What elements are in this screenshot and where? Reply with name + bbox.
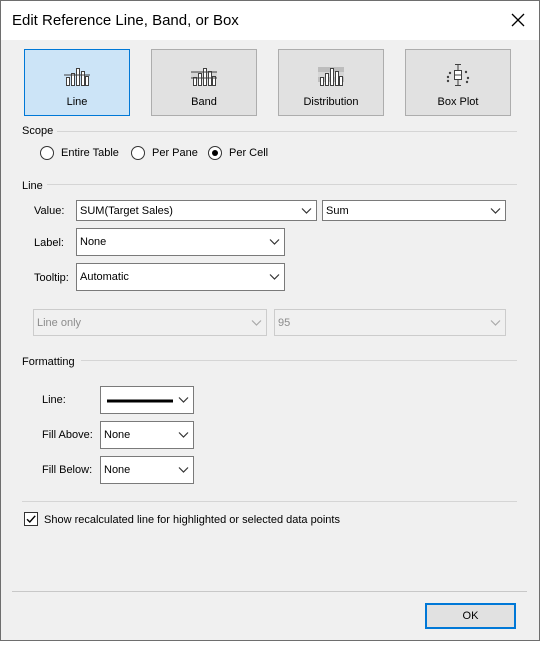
distribution-type-button[interactable]: Distribution [278,49,384,116]
fill-above-select[interactable]: None [100,421,194,449]
chevron-down-icon [490,319,501,326]
chevron-down-icon [301,207,312,214]
chevron-down-icon [251,319,262,326]
formatting-group-label: Formatting [22,356,75,368]
label-label: Label: [34,237,64,249]
confidence-value-text: 95 [278,316,291,329]
scope-per-cell-radio[interactable]: Per Cell [208,144,268,162]
fill-below-text: None [104,464,131,476]
chevron-down-icon [490,207,501,214]
fill-below-label: Fill Below: [42,464,93,476]
band-type-label: Band [191,96,217,108]
ok-button[interactable]: OK [425,603,516,629]
value-field-select[interactable]: SUM(Target Sales) [76,200,317,221]
label-select-text: None [80,236,107,248]
line-style-select[interactable] [100,386,194,414]
radio-circle-checked [208,146,222,160]
formatting-bottom-divider [22,501,517,502]
confidence-type-text: Line only [37,316,82,329]
chevron-down-icon [269,274,280,280]
scope-entire-table-radio[interactable]: Entire Table [40,144,119,162]
footer-divider [12,591,527,592]
chevron-down-icon [269,239,280,245]
fill-above-text: None [104,429,131,441]
recalculated-line-label: Show recalculated line for highlighted o… [44,514,340,526]
reference-line-icon [64,68,90,86]
dialog-title: Edit Reference Line, Band, or Box [12,12,239,29]
close-button[interactable] [501,5,535,35]
radio-label: Per Cell [229,147,269,159]
value-label: Value: [34,205,65,217]
tooltip-select[interactable]: Automatic [76,263,285,291]
box-plot-type-button[interactable]: Box Plot [405,49,511,116]
aggregation-text: Sum [326,204,349,217]
edit-reference-line-dialog: Edit Reference Line, Band, or Box Line B… [0,0,540,641]
distribution-icon [318,67,344,86]
scope-divider [57,131,517,132]
line-type-label: Line [66,96,88,108]
formatting-divider [81,360,517,361]
aggregation-select[interactable]: Sum [322,200,506,221]
box-plot-icon [446,64,470,86]
fill-above-label: Fill Above: [42,429,93,441]
tooltip-select-text: Automatic [80,271,129,283]
radio-circle [131,146,145,160]
confidence-type-select: Line only [33,309,267,336]
band-type-button[interactable]: Band [151,49,257,116]
chevron-down-icon [178,467,189,473]
label-select[interactable]: None [76,228,285,256]
chevron-down-icon [178,397,189,403]
box-plot-type-label: Box Plot [437,96,479,108]
line-divider [47,184,517,185]
recalculated-line-checkbox[interactable] [24,512,38,526]
tooltip-label: Tooltip: [34,272,69,284]
fill-below-select[interactable]: None [100,456,194,484]
radio-label: Entire Table [61,147,119,159]
line-type-button[interactable]: Line [24,49,130,116]
line-style-preview-icon [107,399,173,403]
value-field-text: SUM(Target Sales) [80,204,173,217]
radio-label: Per Pane [152,147,198,159]
close-icon [511,13,525,27]
distribution-type-label: Distribution [303,96,359,108]
scope-group-label: Scope [22,125,54,137]
radio-circle [40,146,54,160]
title-bar: Edit Reference Line, Band, or Box [1,1,539,40]
confidence-value-select: 95 [274,309,506,336]
line-style-label: Line: [42,394,66,406]
chevron-down-icon [178,432,189,438]
checkmark-icon [26,515,36,524]
line-group-label: Line [22,180,43,192]
reference-band-icon [191,68,217,86]
scope-per-pane-radio[interactable]: Per Pane [131,144,198,162]
